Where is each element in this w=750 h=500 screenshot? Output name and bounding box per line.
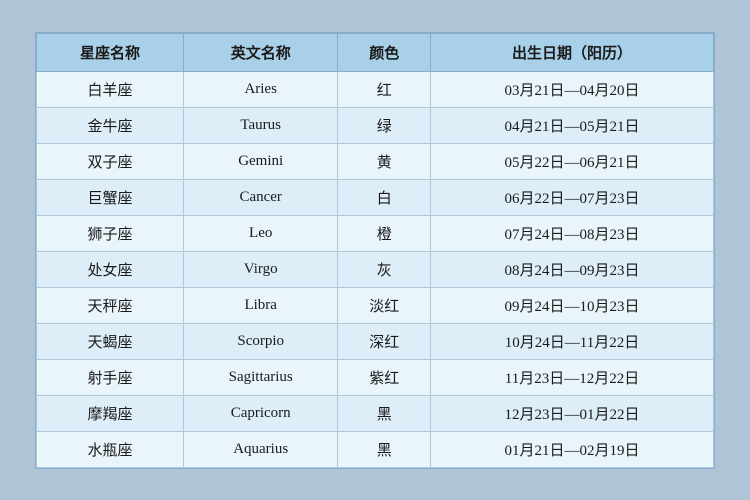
cell-color: 深红 (338, 323, 431, 359)
cell-color: 黑 (338, 431, 431, 467)
table-header-row: 星座名称 英文名称 颜色 出生日期（阳历） (37, 33, 714, 71)
cell-color: 绿 (338, 107, 431, 143)
cell-dates: 08月24日—09月23日 (430, 251, 713, 287)
cell-english-name: Cancer (183, 179, 337, 215)
cell-dates: 01月21日—02月19日 (430, 431, 713, 467)
cell-dates: 09月24日—10月23日 (430, 287, 713, 323)
cell-english-name: Aquarius (183, 431, 337, 467)
zodiac-table: 星座名称 英文名称 颜色 出生日期（阳历） 白羊座Aries红03月21日—04… (36, 33, 714, 468)
cell-chinese-name: 水瓶座 (37, 431, 184, 467)
cell-dates: 04月21日—05月21日 (430, 107, 713, 143)
cell-color: 黄 (338, 143, 431, 179)
cell-chinese-name: 射手座 (37, 359, 184, 395)
cell-chinese-name: 天秤座 (37, 287, 184, 323)
cell-dates: 07月24日—08月23日 (430, 215, 713, 251)
table-row: 双子座Gemini黄05月22日—06月21日 (37, 143, 714, 179)
header-dates: 出生日期（阳历） (430, 33, 713, 71)
cell-dates: 12月23日—01月22日 (430, 395, 713, 431)
table-row: 天秤座Libra淡红09月24日—10月23日 (37, 287, 714, 323)
table-row: 射手座Sagittarius紫红11月23日—12月22日 (37, 359, 714, 395)
cell-chinese-name: 处女座 (37, 251, 184, 287)
cell-dates: 05月22日—06月21日 (430, 143, 713, 179)
table-row: 金牛座Taurus绿04月21日—05月21日 (37, 107, 714, 143)
cell-color: 灰 (338, 251, 431, 287)
table-row: 摩羯座Capricorn黑12月23日—01月22日 (37, 395, 714, 431)
cell-english-name: Gemini (183, 143, 337, 179)
cell-english-name: Libra (183, 287, 337, 323)
cell-english-name: Leo (183, 215, 337, 251)
cell-color: 白 (338, 179, 431, 215)
cell-chinese-name: 狮子座 (37, 215, 184, 251)
cell-chinese-name: 天蝎座 (37, 323, 184, 359)
cell-dates: 06月22日—07月23日 (430, 179, 713, 215)
table-row: 狮子座Leo橙07月24日—08月23日 (37, 215, 714, 251)
cell-chinese-name: 金牛座 (37, 107, 184, 143)
table-row: 天蝎座Scorpio深红10月24日—11月22日 (37, 323, 714, 359)
cell-color: 黑 (338, 395, 431, 431)
cell-dates: 11月23日—12月22日 (430, 359, 713, 395)
cell-dates: 03月21日—04月20日 (430, 71, 713, 107)
cell-dates: 10月24日—11月22日 (430, 323, 713, 359)
cell-chinese-name: 双子座 (37, 143, 184, 179)
header-english-name: 英文名称 (183, 33, 337, 71)
cell-color: 紫红 (338, 359, 431, 395)
cell-color: 淡红 (338, 287, 431, 323)
header-color: 颜色 (338, 33, 431, 71)
cell-chinese-name: 巨蟹座 (37, 179, 184, 215)
cell-color: 红 (338, 71, 431, 107)
cell-chinese-name: 白羊座 (37, 71, 184, 107)
cell-chinese-name: 摩羯座 (37, 395, 184, 431)
table-row: 巨蟹座Cancer白06月22日—07月23日 (37, 179, 714, 215)
cell-english-name: Virgo (183, 251, 337, 287)
cell-english-name: Capricorn (183, 395, 337, 431)
cell-english-name: Taurus (183, 107, 337, 143)
header-chinese-name: 星座名称 (37, 33, 184, 71)
cell-english-name: Aries (183, 71, 337, 107)
cell-english-name: Scorpio (183, 323, 337, 359)
cell-color: 橙 (338, 215, 431, 251)
table-body: 白羊座Aries红03月21日—04月20日金牛座Taurus绿04月21日—0… (37, 71, 714, 467)
zodiac-table-container: 星座名称 英文名称 颜色 出生日期（阳历） 白羊座Aries红03月21日—04… (35, 32, 715, 469)
cell-english-name: Sagittarius (183, 359, 337, 395)
table-row: 处女座Virgo灰08月24日—09月23日 (37, 251, 714, 287)
table-row: 水瓶座Aquarius黑01月21日—02月19日 (37, 431, 714, 467)
table-row: 白羊座Aries红03月21日—04月20日 (37, 71, 714, 107)
